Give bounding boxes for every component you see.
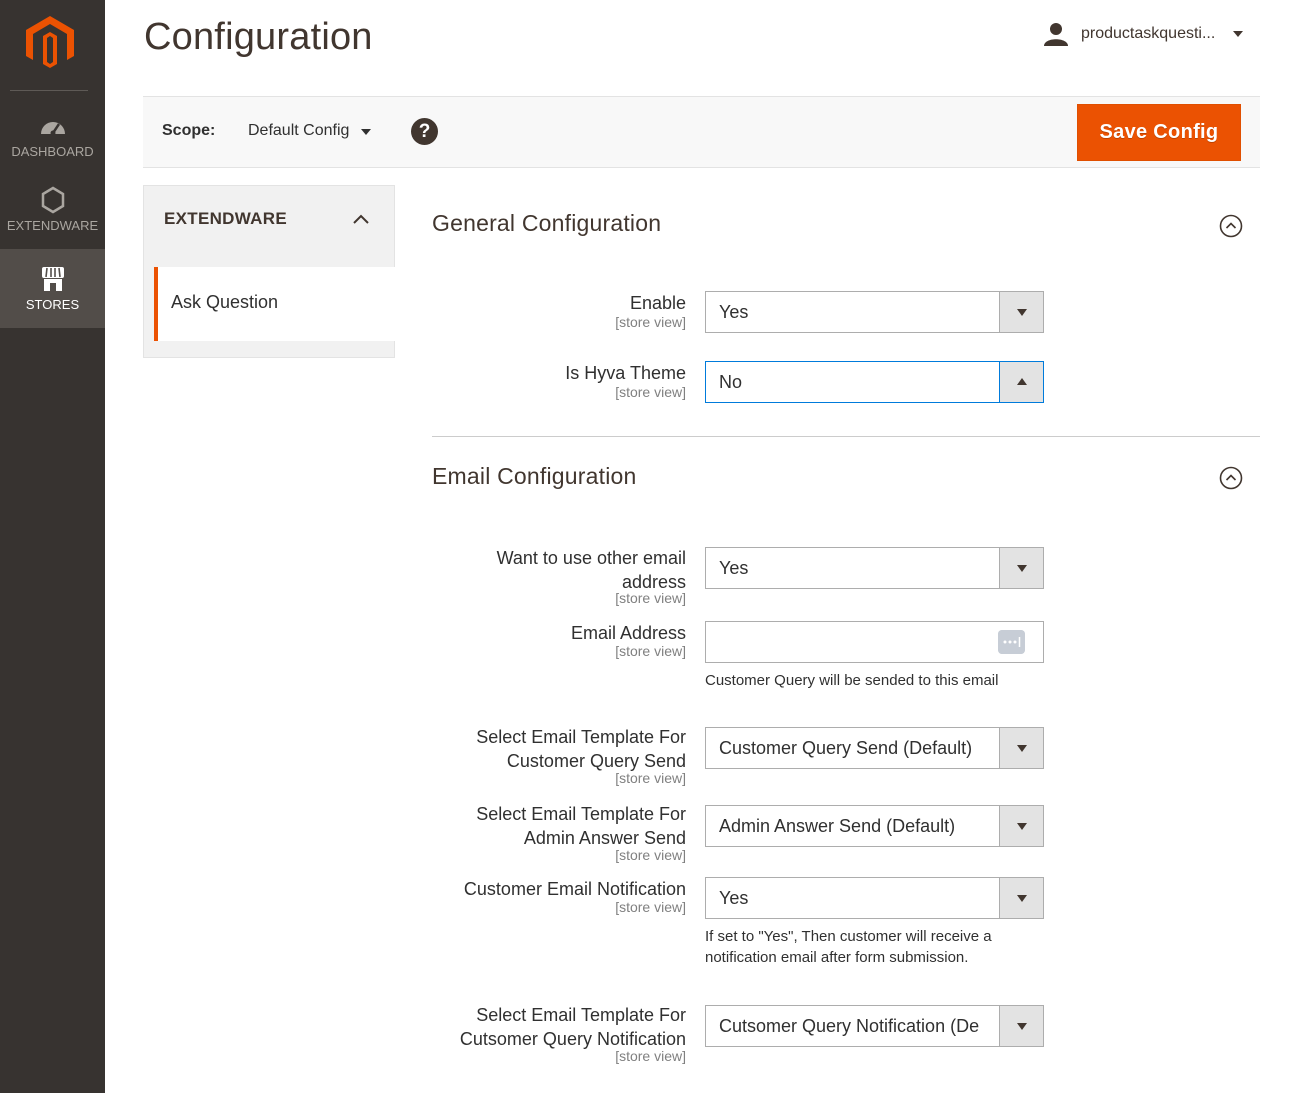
tab-label: Ask Question [171,292,279,312]
magento-logo-icon[interactable] [26,16,74,70]
field-scope: [store view] [615,1048,686,1064]
help-icon[interactable]: ? [411,118,438,145]
dropdown-arrow-icon [999,1006,1043,1046]
field-scope: [store view] [615,590,686,606]
nav-label-dashboard: DASHBOARD [11,144,94,159]
nav-label-stores: STORES [25,297,80,312]
field-label-query-send-template: Select Email Template For Customer Query… [476,725,686,773]
hyva-theme-select[interactable]: No [705,361,1044,403]
config-tabs-panel: EXTENDWARE Ask Question [143,185,395,358]
nav-label-extendware: EXTENDWARE [6,218,99,233]
select-value: Cutsomer Query Notification (De [719,1016,980,1036]
select-value: Yes [719,302,749,322]
field-scope: [store view] [615,643,686,659]
select-value: Customer Query Send (Default) [719,738,973,758]
customer-notification-select[interactable]: Yes [705,877,1044,919]
chevron-up-icon [353,214,369,224]
enable-select[interactable]: Yes [705,291,1044,333]
user-icon [1044,23,1068,46]
select-value: Admin Answer Send (Default) [719,816,956,836]
admin-sidebar: DASHBOARD EXTENDWARE STORES [0,0,105,1093]
dropdown-arrow-icon [999,806,1043,846]
field-scope: [store view] [615,899,686,915]
field-scope: [store view] [615,770,686,786]
label-line: Select Email Template For [476,727,686,747]
dashboard-icon [40,122,65,136]
label-line: Want to use other email [496,548,686,568]
scope-switcher[interactable]: Default Config [248,122,372,140]
dropdown-arrow-icon [999,878,1043,918]
field-label-hyva-theme: Is Hyva Theme [565,363,686,383]
dropdown-arrow-up-icon [999,362,1043,402]
password-manager-icon[interactable] [998,630,1025,654]
label-line: Select Email Template For [476,1005,686,1025]
nav-item-dashboard[interactable]: DASHBOARD [0,108,105,176]
dropdown-arrow-icon [999,292,1043,332]
field-label-other-email: Want to use other email address [497,546,686,594]
field-label-customer-notification: Customer Email Notification [463,879,686,899]
label-line: Select Email Template For [476,804,686,824]
tab-group-title: EXTENDWARE [164,209,287,228]
hexagon-icon [41,186,64,214]
section-title-general[interactable]: General Configuration [432,210,661,237]
field-label-enable: Enable [629,293,686,313]
section-divider [432,436,1260,437]
field-scope: [store view] [615,314,686,330]
select-value: Yes [719,888,749,908]
select-value: Yes [719,558,749,578]
page-title: Configuration [144,16,373,58]
collapse-icon[interactable] [1219,466,1243,490]
sidebar-separator [10,90,88,91]
collapse-icon[interactable] [1219,214,1243,238]
dropdown-arrow-icon [999,548,1043,588]
section-title-email[interactable]: Email Configuration [432,463,637,490]
field-scope: [store view] [615,847,686,863]
save-config-button[interactable]: Save Config [1077,104,1241,161]
field-label-email-address: Email Address [570,623,686,643]
other-email-select[interactable]: Yes [705,547,1044,589]
store-icon [41,267,64,291]
dropdown-arrow-icon [999,728,1043,768]
scope-value: Default Config [248,122,350,139]
tab-ask-question[interactable]: Ask Question [154,267,395,341]
field-label-query-notification-template: Select Email Template For Cutsomer Query… [460,1003,686,1051]
field-scope: [store view] [615,384,686,400]
field-note: If set to "Yes", Then customer will rece… [705,926,992,968]
email-address-input[interactable] [705,621,1044,663]
scope-toolbar: Scope: Default Config ? Save Config [143,96,1260,168]
chevron-down-icon [361,129,372,135]
user-account-menu[interactable]: productaskquesti... [1043,20,1244,48]
query-send-template-select[interactable]: Customer Query Send (Default) [705,727,1044,769]
select-value: No [719,372,743,392]
user-name: productaskquesti... [1081,25,1216,42]
nav-item-extendware[interactable]: EXTENDWARE [0,184,105,246]
query-notification-template-select[interactable]: Cutsomer Query Notification (De [705,1005,1044,1047]
field-note: Customer Query will be sended to this em… [705,672,999,689]
note-line: If set to "Yes", Then customer will rece… [705,928,992,945]
scope-label: Scope: [162,122,216,139]
chevron-down-icon [1233,31,1244,37]
nav-item-stores[interactable]: STORES [0,249,105,328]
note-line: notification email after form submission… [705,949,969,966]
field-label-admin-answer-template: Select Email Template For Admin Answer S… [476,802,686,850]
admin-answer-template-select[interactable]: Admin Answer Send (Default) [705,805,1044,847]
